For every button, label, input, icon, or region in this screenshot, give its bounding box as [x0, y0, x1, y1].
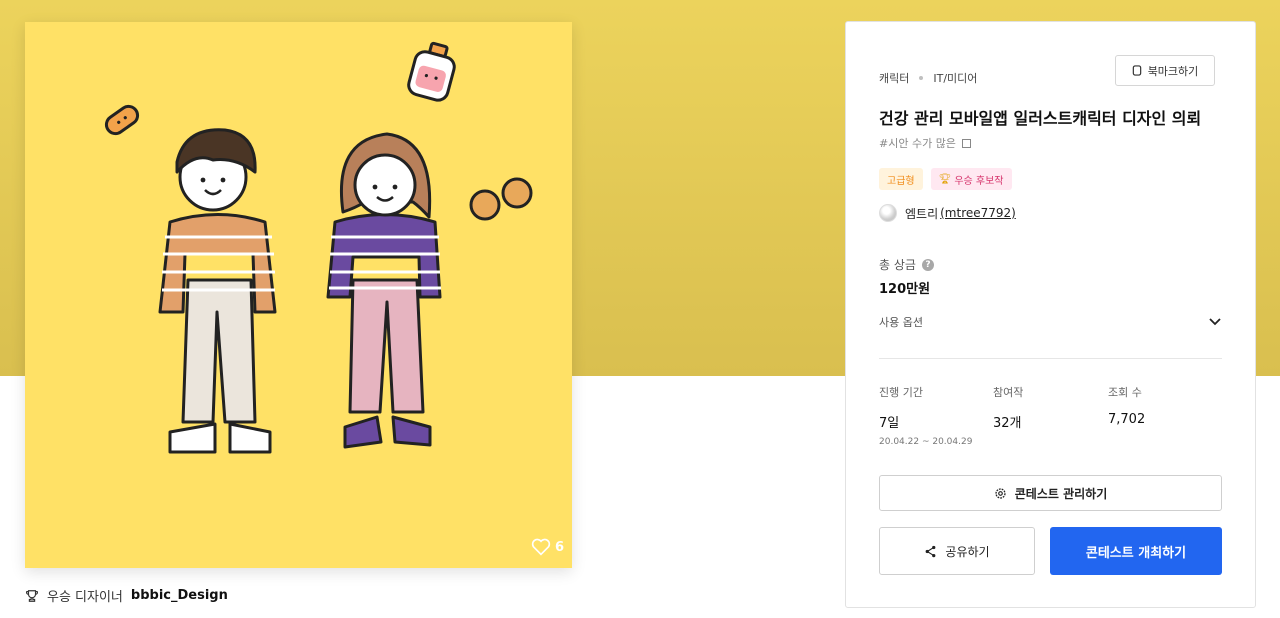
share-button[interactable]: 공유하기	[879, 527, 1035, 575]
category-sub[interactable]: IT/미디어	[933, 70, 977, 86]
designer-prefix: 우승 디자이너	[47, 590, 123, 605]
tagline-text: #시안 수가 많은	[879, 137, 956, 150]
award-badge: 🏆︎ 우승 후보작	[930, 168, 1012, 190]
bookmark-icon	[1132, 65, 1141, 76]
category-breadcrumb: 캐릭터 IT/미디어	[879, 70, 977, 86]
author-name: 엠트리	[905, 206, 939, 221]
gear-icon	[995, 487, 1006, 499]
award-badge-label: 우승 후보작	[954, 175, 1004, 187]
stat-period-label: 진행 기간	[879, 386, 923, 399]
stat-views: 조회 수 7,702	[1108, 384, 1145, 427]
badge-group: 고급형 🏆︎ 우승 후보작	[879, 168, 1012, 190]
total-prize-label: 총 상금 ?	[879, 256, 934, 273]
author[interactable]: 엠트리 (mtree7792)	[879, 204, 1016, 222]
stat-period-range: 20.04.22 ~ 20.04.29	[879, 437, 973, 447]
author-handle[interactable]: (mtree7792)	[940, 206, 1016, 220]
divider	[879, 358, 1222, 359]
bookmark-button[interactable]: 북마크하기	[1115, 55, 1215, 86]
category-main[interactable]: 캐릭터	[879, 70, 909, 86]
trophy-icon	[25, 589, 39, 602]
manage-contest-label: 콘테스트 관리하기	[1014, 486, 1108, 501]
stat-entries-label: 참여작	[993, 386, 1024, 399]
chevron-down-icon	[1209, 318, 1221, 326]
options-toggle[interactable]: 사용 옵션	[879, 312, 1222, 332]
winning-designer: 우승 디자이너 bbbic_Design	[25, 586, 228, 605]
designer-name[interactable]: bbbic_Design	[131, 588, 228, 603]
like-counter[interactable]: 6	[531, 538, 564, 556]
contest-title: 건강 관리 모바일앱 일러스트캐릭터 디자인 의뢰	[879, 109, 1202, 128]
prize-label-text: 총 상금	[879, 258, 916, 272]
host-contest-label: 콘테스트 개최하기	[1085, 545, 1187, 561]
heart-icon	[531, 538, 551, 556]
contest-image[interactable]: 6	[25, 22, 572, 568]
host-contest-button[interactable]: 콘테스트 개최하기	[1050, 527, 1222, 575]
separator-dot	[919, 76, 924, 80]
options-label: 사용 옵션	[879, 316, 923, 329]
help-icon[interactable]: ?	[921, 258, 934, 271]
stat-entries: 참여작 32개	[993, 384, 1023, 431]
bookmark-label: 북마크하기	[1147, 64, 1199, 78]
stat-period: 진행 기간 7일 20.04.22 ~ 20.04.29	[879, 384, 972, 447]
stat-views-value: 7,702	[1108, 412, 1146, 427]
total-prize-value: 120만원	[879, 282, 931, 297]
grade-badge: 고급형	[879, 168, 923, 190]
contest-tagline: #시안 수가 많은	[879, 135, 972, 151]
contest-info-panel: 캐릭터 IT/미디어 북마크하기 건강 관리 모바일앱 일러스트캐릭터 디자인 …	[845, 21, 1256, 608]
stat-views-label: 조회 수	[1108, 386, 1142, 399]
share-icon	[926, 545, 936, 557]
like-count: 6	[554, 539, 564, 555]
avatar	[879, 204, 897, 222]
image-icon	[962, 139, 972, 148]
share-label: 공유하기	[945, 544, 990, 559]
character-illustration	[104, 41, 533, 454]
manage-contest-button[interactable]: 콘테스트 관리하기	[879, 475, 1222, 511]
stat-period-value: 7일	[879, 416, 900, 431]
trophy-icon: 🏆︎	[938, 173, 952, 185]
stat-entries-value: 32개	[993, 416, 1022, 431]
